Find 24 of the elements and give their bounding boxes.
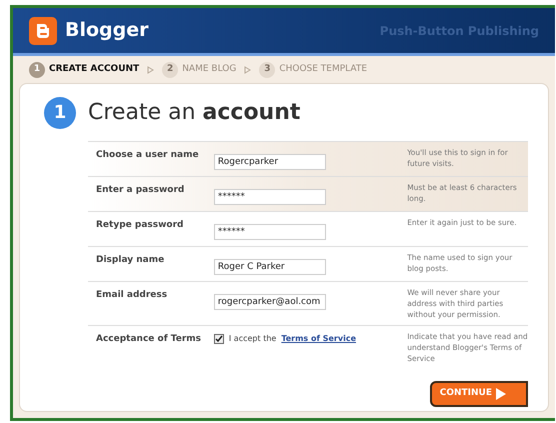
wizard-step: 2 NAME BLOG (162, 62, 236, 78)
form-title: Create an account (88, 99, 300, 127)
blogger-logo-icon (29, 16, 57, 44)
brand-name: Blogger (65, 18, 149, 44)
field-label: Retype password (95, 219, 184, 232)
wizard-step: 1 CREATE ACCOUNT (29, 62, 140, 78)
wizard-step: 3 CHOOSE TEMPLATE (259, 62, 368, 78)
terms-link[interactable]: Terms of Service (281, 333, 356, 345)
step-number-badge: 1 (44, 96, 76, 128)
text-field[interactable]: Roger C Parker (214, 259, 326, 275)
field-label: Enter a password (95, 184, 186, 197)
terms-checkbox[interactable] (214, 334, 224, 344)
step-arrow-icon (244, 66, 252, 74)
field-label: Choose a user name (95, 149, 200, 162)
step-arrow-icon (147, 66, 154, 74)
field-label: Display name (95, 254, 166, 267)
text-field[interactable]: ****** (214, 189, 326, 205)
field-label: Email address (95, 289, 168, 302)
text-field[interactable]: Rogercparker (214, 154, 326, 170)
terms-text: I accept the (228, 333, 276, 345)
text-field[interactable]: ****** (214, 224, 326, 240)
arrow-right-icon (496, 388, 506, 400)
text-field[interactable]: rogercparker@aol.com (214, 294, 326, 310)
field-label: Acceptance of Terms (95, 333, 202, 346)
